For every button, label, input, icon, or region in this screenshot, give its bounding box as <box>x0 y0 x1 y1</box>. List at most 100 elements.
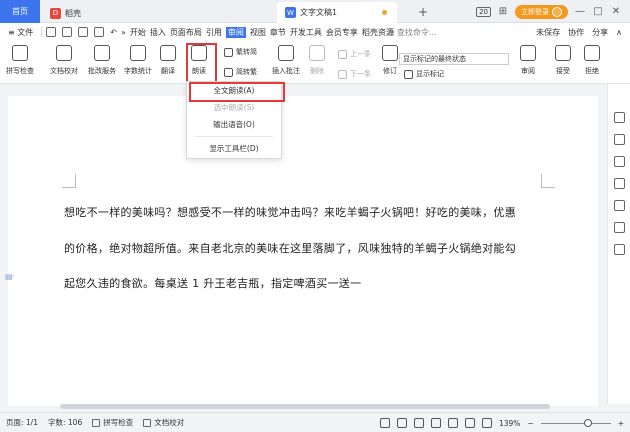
accept-button[interactable]: 接受 <box>555 45 571 76</box>
login-label: 立即登录 <box>521 7 549 16</box>
more-icon[interactable]: » <box>121 28 126 37</box>
menu-tab-developer[interactable]: 开发工具 <box>290 27 322 38</box>
search-command[interactable]: Q 查找命令... <box>388 27 436 38</box>
tab-document[interactable]: W 文字文稿1 <box>277 2 397 23</box>
menu-tab-reference[interactable]: 引用 <box>206 27 222 38</box>
share-button[interactable]: 分享 <box>592 27 608 38</box>
display-mode-select[interactable]: 显示标记的最终状态 <box>399 53 509 65</box>
menu-tab-layout[interactable]: 页面布局 <box>170 27 202 38</box>
menu-tab-section[interactable]: 章节 <box>270 27 286 38</box>
document-line-1[interactable]: 想吃不一样的美味吗？想感受不一样的味觉冲击吗？来吃羊蝎子火锅吧！好吃的美味，优惠 <box>64 204 516 220</box>
page-view-icon[interactable] <box>396 418 407 428</box>
tab-home[interactable]: 首页 <box>0 0 40 23</box>
word-count[interactable]: 字数: 106 <box>48 417 82 428</box>
preview-icon[interactable] <box>94 27 105 37</box>
zoom-out-button[interactable]: − <box>527 419 533 428</box>
document-line-2[interactable]: 的价格，绝对物超所值。来自老北京的美味在这里落脚了，风味独特的羊蝎子火锅绝对能勾 <box>64 240 516 256</box>
save-icon[interactable] <box>46 27 57 37</box>
menu-bar: ≡ 文件 ↶ » 开始 插入 页面布局 引用 审阅 视图 章节 开发工具 会员专… <box>0 23 630 41</box>
comment-icon <box>278 45 294 61</box>
doc-proof-label: 文档校对 <box>50 67 78 75</box>
spellcheck-toggle[interactable]: 拼写检查 <box>92 417 133 428</box>
undo-icon[interactable]: ↶ <box>110 28 117 37</box>
login-button[interactable]: 立即登录 <box>515 4 568 19</box>
menu-right-actions: 未保存 协作 分享 ∧ <box>536 27 622 38</box>
accept-icon <box>555 45 571 61</box>
to-traditional-button[interactable]: 简转繁 <box>224 67 257 77</box>
web-view-icon[interactable] <box>447 418 458 428</box>
insert-comment-button[interactable]: 插入批注 <box>272 45 300 76</box>
collab-button[interactable]: 协作 <box>568 27 584 38</box>
checkbox-icon <box>143 418 152 427</box>
menu-tab-member[interactable]: 会员专享 <box>326 27 358 38</box>
outline-view-icon[interactable] <box>413 418 424 428</box>
menu-tab-review[interactable]: 审阅 <box>225 26 246 38</box>
zoom-slider[interactable] <box>540 418 611 427</box>
help-icon[interactable] <box>614 200 625 211</box>
next-button[interactable]: 下一条 <box>338 69 371 79</box>
to-simplified-button[interactable]: 繁转简 <box>224 47 257 57</box>
grid-icon[interactable]: ⊞ <box>497 6 509 17</box>
batch-icon <box>94 45 110 61</box>
convert-icon <box>224 67 233 77</box>
avatar <box>552 6 562 17</box>
menu-item-output-audio[interactable]: 输出语音(O) <box>187 116 281 133</box>
docer-logo-icon: D <box>50 7 61 19</box>
reject-button[interactable]: 拒绝 <box>584 45 600 76</box>
image-icon[interactable] <box>614 222 625 233</box>
eye-icon[interactable] <box>379 418 390 428</box>
fit-icon[interactable] <box>481 418 492 428</box>
select-icon[interactable] <box>614 156 625 167</box>
convert-icon <box>224 47 233 57</box>
badge-20[interactable]: 20 <box>476 6 491 17</box>
doc-proof-icon <box>56 45 72 61</box>
wordcount-button[interactable]: 字数统计 <box>124 45 152 76</box>
zoom-in-button[interactable]: + <box>618 419 624 428</box>
horizontal-scrollbar[interactable] <box>60 404 550 409</box>
translate-label: 翻译 <box>161 67 175 75</box>
show-marks-button[interactable]: 显示标记 <box>404 69 444 79</box>
new-tab-button[interactable]: + <box>418 5 428 19</box>
document-line-3[interactable]: 起您久违的食欲。每桌送 1 升王老吉瓶，指定啤酒买一送一 <box>64 275 361 291</box>
track-button[interactable]: 修订 <box>382 45 398 76</box>
doc-proof-button[interactable]: 文档校对 <box>50 45 78 76</box>
insert-comment-label: 插入批注 <box>272 67 300 75</box>
style-icon[interactable] <box>614 112 625 123</box>
batch-button[interactable]: 批改服务 <box>88 45 116 76</box>
unsaved-button[interactable]: 未保存 <box>536 27 560 38</box>
pen-icon[interactable] <box>464 418 475 428</box>
close-icon[interactable]: ✕ <box>610 6 622 17</box>
unsaved-dot-icon <box>382 10 387 15</box>
next-label: 下一条 <box>350 70 371 78</box>
read-view-icon[interactable] <box>430 418 441 428</box>
file-menu[interactable]: ≡ 文件 <box>8 27 33 38</box>
paragraph-handle-icon[interactable]: ▤· <box>5 272 15 281</box>
location-icon[interactable] <box>614 244 625 255</box>
print-icon[interactable] <box>78 27 89 37</box>
minimize-icon[interactable]: — <box>574 6 586 17</box>
proof-toggle[interactable]: 文档校对 <box>143 417 184 428</box>
review-button[interactable]: 审阅 <box>520 45 536 76</box>
zoom-level[interactable]: 139% <box>499 419 520 428</box>
menu-tab-start[interactable]: 开始 <box>130 27 146 38</box>
maximize-icon[interactable]: □ <box>592 6 604 17</box>
track-label: 修订 <box>383 67 397 75</box>
menu-tab-insert[interactable]: 插入 <box>150 27 166 38</box>
show-marks-icon <box>404 69 413 79</box>
document-page[interactable]: 想吃不一样的美味吗？想感受不一样的味觉冲击吗？来吃羊蝎子火锅吧！好吃的美味，优惠… <box>8 96 598 406</box>
prev-button[interactable]: 上一条 <box>338 49 371 59</box>
menu-tab-view[interactable]: 视图 <box>250 27 266 38</box>
zoom-slider-handle[interactable] <box>583 418 592 427</box>
adjust-icon[interactable] <box>614 178 625 189</box>
pen-icon[interactable] <box>614 134 625 145</box>
collapse-ribbon-icon[interactable]: ∧ <box>616 28 622 37</box>
spellcheck-button[interactable]: 拼写检查 <box>6 45 34 76</box>
page-indicator[interactable]: 页面: 1/1 <box>6 417 38 428</box>
reject-icon <box>584 45 600 61</box>
export-icon[interactable] <box>62 27 73 37</box>
page-corner-mark <box>62 174 76 188</box>
translate-button[interactable]: 翻译 <box>160 45 176 76</box>
tab-docer[interactable]: D 稻壳 <box>44 3 114 23</box>
delete-button[interactable]: 删除 <box>309 45 325 76</box>
menu-item-show-toolbar[interactable]: 显示工具栏(D) <box>187 140 281 157</box>
